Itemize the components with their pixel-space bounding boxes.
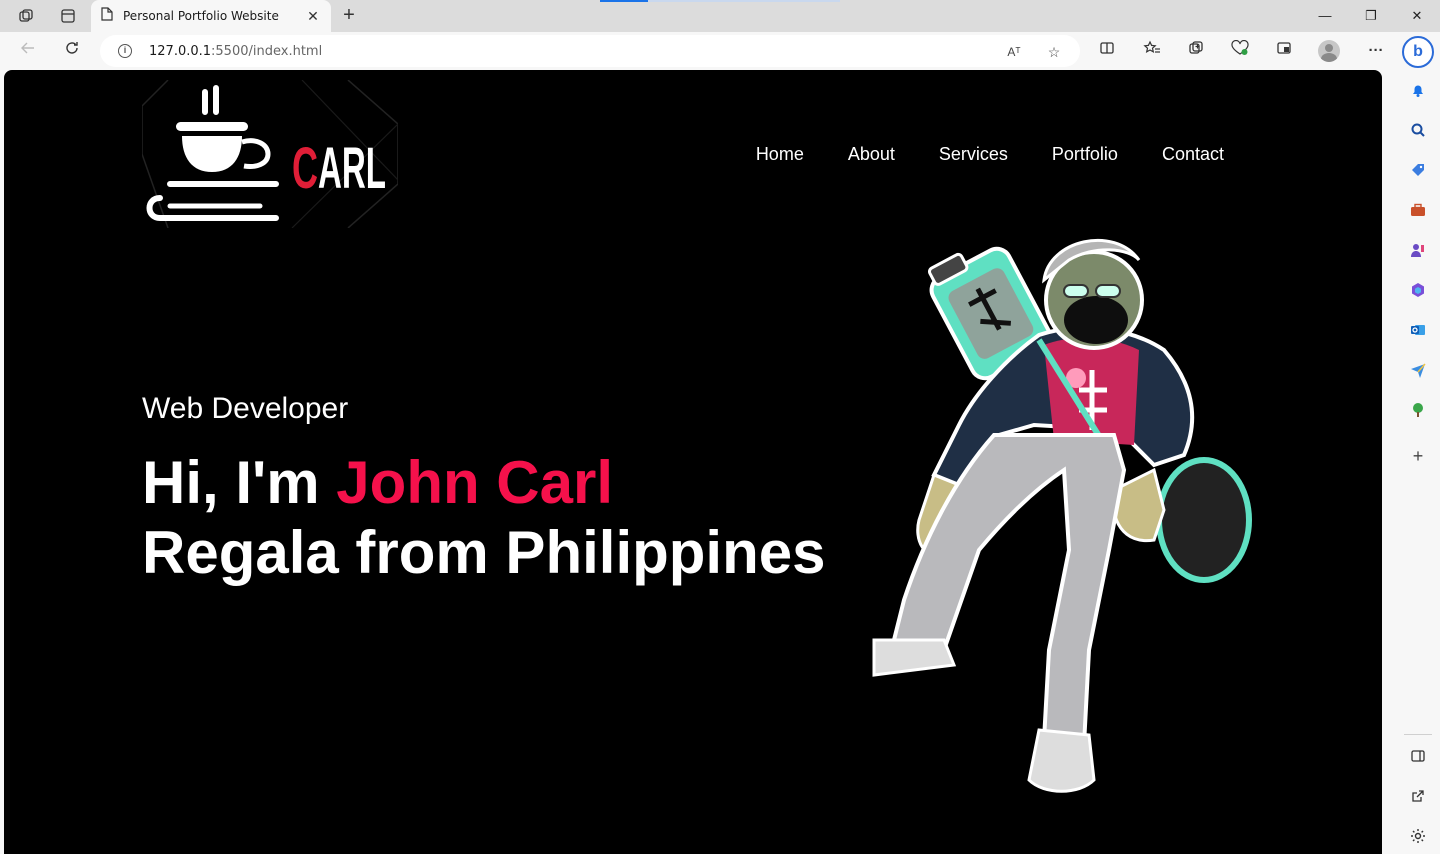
search-icon[interactable]	[1408, 122, 1428, 142]
close-window-button[interactable]: ✕	[1407, 6, 1427, 26]
performance-icon[interactable]	[1229, 39, 1251, 62]
tab-active[interactable]: Personal Portfolio Website ✕	[91, 0, 331, 32]
loading-indicator-track	[648, 0, 840, 2]
microsoft-365-icon[interactable]	[1408, 282, 1428, 302]
add-sidebar-app-icon[interactable]: +	[1408, 446, 1428, 466]
tab-title: Personal Portfolio Website	[123, 9, 279, 23]
bing-copilot-icon[interactable]: b	[1402, 36, 1434, 68]
tree-icon[interactable]	[1408, 402, 1428, 422]
title-bar: Personal Portfolio Website ✕ + — ❐ ✕	[0, 0, 1440, 32]
new-tab-button[interactable]: +	[338, 4, 360, 26]
notifications-icon[interactable]	[1408, 82, 1428, 102]
page-icon	[101, 6, 113, 26]
hero-role: Web Developer	[142, 392, 349, 425]
site-logo[interactable]: C ARL	[142, 80, 398, 228]
main-nav: Home About Services Portfolio Contact	[756, 144, 1224, 165]
page-viewport: C ARL Home About Services Portfolio Cont…	[4, 70, 1382, 854]
workspaces-icon[interactable]	[16, 6, 36, 26]
hero-name-highlight: John Carl	[336, 449, 614, 516]
browser-toolbar: i 127.0.0.1:5500/index.html Aᵀ ☆ ··· b	[0, 32, 1440, 70]
logo-text-rest: ARL	[318, 136, 386, 201]
favorite-star-icon[interactable]: ☆	[1044, 42, 1064, 62]
nav-contact[interactable]: Contact	[1162, 144, 1224, 165]
address-bar[interactable]: i 127.0.0.1:5500/index.html Aᵀ ☆	[100, 35, 1080, 67]
edge-sidebar: +	[1396, 70, 1440, 854]
url-host: 127.0.0.1	[149, 43, 212, 59]
shopping-tag-icon[interactable]	[1408, 162, 1428, 182]
games-icon[interactable]	[1408, 242, 1428, 262]
nav-portfolio[interactable]: Portfolio	[1052, 144, 1118, 165]
browser-essentials-icon[interactable]	[1273, 40, 1295, 62]
outlook-icon[interactable]	[1408, 322, 1428, 342]
settings-gear-icon[interactable]	[1408, 828, 1428, 848]
minimize-button[interactable]: —	[1315, 6, 1335, 26]
hero-headline-line2: Regala from Philippines	[142, 519, 826, 586]
logo-text-c: C	[292, 136, 318, 201]
hero-greeting: Hi, I'm	[142, 449, 337, 516]
read-aloud-icon[interactable]: Aᵀ	[1004, 42, 1024, 62]
refresh-button[interactable]	[61, 40, 83, 62]
profile-avatar[interactable]	[1318, 40, 1340, 62]
tools-icon[interactable]	[1408, 202, 1428, 222]
hero-illustration	[872, 238, 1252, 793]
restore-button[interactable]: ❐	[1361, 6, 1381, 26]
send-icon[interactable]	[1408, 362, 1428, 382]
hero-headline: Hi, I'm John Carl Regala from Philippine…	[142, 448, 825, 588]
url-path: :5500/index.html	[211, 43, 323, 59]
nav-home[interactable]: Home	[756, 144, 804, 165]
coffee-cup-icon	[146, 85, 279, 221]
loading-indicator	[600, 0, 648, 2]
back-button[interactable]	[17, 40, 39, 62]
nav-about[interactable]: About	[848, 144, 895, 165]
favorites-icon[interactable]	[1141, 40, 1163, 62]
collections-icon[interactable]	[1185, 40, 1207, 62]
more-options-icon[interactable]: ···	[1365, 40, 1387, 62]
sidebar-divider	[1404, 734, 1432, 735]
tab-actions-icon[interactable]	[58, 6, 78, 26]
open-external-icon[interactable]	[1408, 788, 1428, 808]
site-info-icon[interactable]: i	[118, 44, 132, 58]
tab-close-icon[interactable]: ✕	[305, 8, 321, 25]
nav-services[interactable]: Services	[939, 144, 1008, 165]
hide-sidebar-icon[interactable]	[1408, 748, 1428, 768]
split-screen-icon[interactable]	[1096, 40, 1118, 62]
